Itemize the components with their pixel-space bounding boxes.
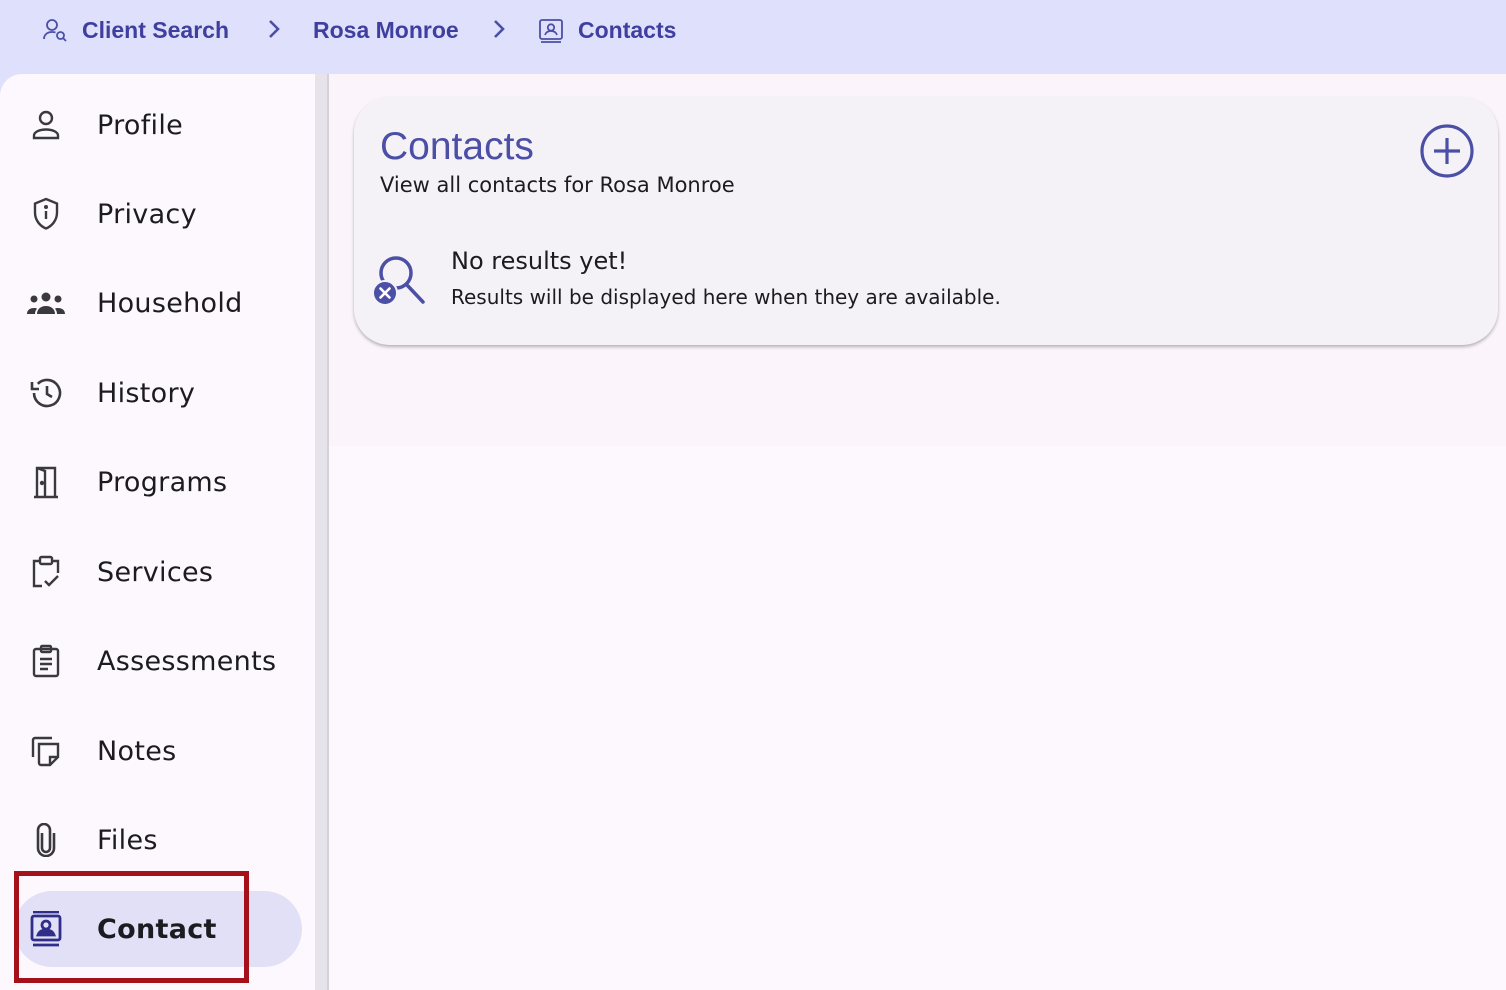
history-icon xyxy=(14,355,78,431)
contacts-card: Contacts View all contacts for Rosa Monr… xyxy=(354,97,1498,345)
chevron-right-icon xyxy=(491,16,507,46)
contact-card-icon xyxy=(538,17,564,43)
sidebar-item-privacy[interactable]: Privacy xyxy=(14,176,302,252)
breadcrumb: Client Search Rosa Monroe Contacts xyxy=(0,0,1506,74)
sidebar-item-assessments[interactable]: Assessments xyxy=(14,623,302,699)
sidebar-item-programs[interactable]: Programs xyxy=(14,444,302,520)
shield-icon xyxy=(14,176,78,252)
add-contact-button[interactable] xyxy=(1419,123,1475,179)
breadcrumb-client-search[interactable]: Client Search xyxy=(42,14,229,46)
page-title: Contacts xyxy=(380,125,534,168)
search-off-icon xyxy=(371,251,429,313)
notes-icon xyxy=(14,713,78,789)
sidebar-item-profile[interactable]: Profile xyxy=(14,87,302,163)
empty-state-text: Results will be displayed here when they… xyxy=(451,285,1001,309)
breadcrumb-contacts: Contacts xyxy=(538,14,676,46)
clipboard-check-icon xyxy=(14,534,78,610)
sidebar-item-history[interactable]: History xyxy=(14,355,302,431)
breadcrumb-label: Rosa Monroe xyxy=(313,16,459,43)
add-circle-icon xyxy=(1419,124,1475,183)
selection-highlight-box xyxy=(14,871,249,983)
paperclip-icon xyxy=(14,802,78,878)
breadcrumb-label: Contacts xyxy=(578,16,677,43)
chevron-right-icon xyxy=(266,16,282,46)
breadcrumb-client-name[interactable]: Rosa Monroe xyxy=(313,14,459,46)
sidebar-item-services[interactable]: Services xyxy=(14,534,302,610)
empty-state-title: No results yet! xyxy=(451,247,628,275)
clipboard-list-icon xyxy=(14,623,78,699)
person-search-icon xyxy=(42,17,68,43)
person-icon xyxy=(14,87,78,163)
door-icon xyxy=(14,444,78,520)
page-subtitle: View all contacts for Rosa Monroe xyxy=(380,173,735,197)
group-icon xyxy=(14,265,78,341)
sidebar-item-files[interactable]: Files xyxy=(14,802,302,878)
breadcrumb-label: Client Search xyxy=(82,16,229,43)
sidebar-item-household[interactable]: Household xyxy=(14,265,302,341)
sidebar-item-notes[interactable]: Notes xyxy=(14,713,302,789)
